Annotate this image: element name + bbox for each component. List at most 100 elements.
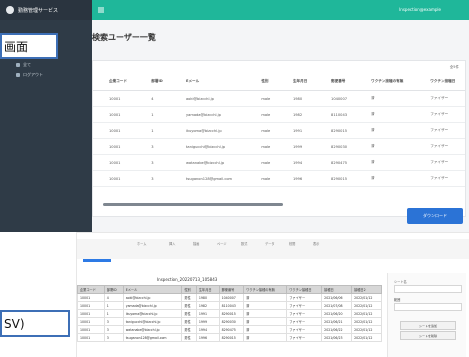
grid-cell[interactable]: 10001 — [77, 333, 105, 342]
user-menu[interactable]: Inspection@example — [399, 7, 441, 12]
grid-header-cell[interactable]: ワクチン接種日 — [286, 285, 323, 294]
table-cell: 10001 — [93, 122, 136, 139]
grid-cell[interactable]: ikuyoma@bizcchl.jp — [122, 309, 183, 318]
grid-header-cell[interactable]: 部署ID — [103, 285, 124, 294]
grid-cell[interactable]: ファイザー — [286, 333, 323, 342]
grid-cell[interactable]: aoki@bizcchl.jp — [122, 293, 183, 302]
grid-cell[interactable]: yamada@bizcchl.jp — [122, 301, 183, 310]
grid-header-cell[interactable]: 接種日2 — [351, 285, 382, 294]
grid-cell[interactable]: 1 — [103, 301, 124, 310]
sidebar-item-logout[interactable]: ログアウト — [0, 70, 92, 80]
table-cell: 1 — [135, 106, 170, 123]
grid-cell[interactable]: 1040007 — [218, 293, 245, 302]
grid-cell[interactable]: 8110043 — [218, 301, 245, 310]
table-row: 10001 3 watanabe@bizcchl.jp male 1994 8290475… — [93, 154, 465, 171]
grid-cell[interactable]: 2022/01/12 — [351, 325, 382, 334]
grid-cell[interactable]: 済 — [243, 333, 288, 342]
grid-cell[interactable]: 2021/06/21 — [321, 317, 353, 326]
grid-header-cell[interactable]: 性別 — [181, 285, 197, 294]
hamburger-icon[interactable] — [98, 7, 104, 13]
grid-cell[interactable]: 済 — [243, 301, 288, 310]
table-cell: 済 — [355, 90, 415, 107]
grid-cell[interactable]: 済 — [243, 317, 288, 326]
grid-cell[interactable]: 10001 — [77, 301, 105, 310]
download-button[interactable]: ダウンロード — [407, 208, 463, 224]
table-cell: 1040007 — [315, 90, 356, 107]
grid-cell[interactable]: 2021/06/20 — [321, 309, 353, 318]
sidebar-item-all[interactable]: 全て — [0, 60, 92, 70]
grid-cell[interactable]: 8290030 — [218, 317, 245, 326]
grid-cell[interactable]: 3 — [103, 333, 124, 342]
grid-cell[interactable]: 済 — [243, 309, 288, 318]
column-header: 生年月日 — [276, 73, 316, 91]
grid-cell[interactable]: ファイザー — [286, 293, 323, 302]
grid-cell[interactable]: 8290475 — [218, 325, 245, 334]
grid-cell[interactable]: 2022/01/12 — [351, 301, 382, 310]
grid-cell[interactable]: 10001 — [77, 325, 105, 334]
grid-cell[interactable]: 2022/01/12 — [351, 309, 382, 318]
grid-cell[interactable]: 男性 — [181, 309, 197, 318]
grid-cell[interactable]: 2021/07/08 — [321, 301, 353, 310]
grid-cell[interactable]: tanigucchi@bizcchl.jp — [122, 317, 183, 326]
ribbon-tab[interactable]: ホーム — [137, 241, 146, 246]
delete-sheet-button[interactable]: シートを削除 — [400, 331, 456, 340]
grid-cell[interactable]: 2021/06/23 — [321, 333, 353, 342]
grid-cell[interactable]: 1996 — [195, 333, 220, 342]
grid-cell[interactable]: 1991 — [195, 309, 220, 318]
grid-header-cell[interactable]: 生年月日 — [195, 285, 220, 294]
horizontal-scrollbar[interactable] — [103, 203, 283, 206]
grid-cell[interactable]: ファイザー — [286, 317, 323, 326]
grid-header-cell[interactable]: ワクチン接種の有無 — [243, 285, 288, 294]
active-tab-indicator — [83, 259, 111, 262]
grid-cell[interactable]: 男性 — [181, 325, 197, 334]
add-sheet-button[interactable]: シートを追加 — [400, 321, 456, 330]
grid-cell[interactable]: 男性 — [181, 333, 197, 342]
table-cell: 済 — [355, 154, 415, 171]
grid-cell[interactable]: 済 — [243, 325, 288, 334]
web-app-screenshot: 勤務管理サービス 全て ログアウト Inspection@example 検索ユ… — [0, 0, 469, 232]
table-cell: watanabe@bizcchl.jp — [169, 154, 246, 171]
grid-cell[interactable]: 2021/06/06 — [321, 293, 353, 302]
grid-cell[interactable]: 2022/01/12 — [351, 317, 382, 326]
table-cell: 済 — [355, 122, 415, 139]
grid-cell[interactable]: 1980 — [195, 293, 220, 302]
grid-cell[interactable]: 3 — [103, 325, 124, 334]
grid-cell[interactable]: 10001 — [77, 317, 105, 326]
ribbon-tab[interactable]: 数式 — [241, 241, 247, 246]
grid-cell[interactable]: ファイザー — [286, 325, 323, 334]
grid-cell[interactable]: 4 — [103, 293, 124, 302]
ribbon-tab[interactable]: 挿入 — [169, 241, 175, 246]
sheet-name-input[interactable] — [394, 285, 462, 293]
grid-header-cell[interactable]: 郵便番号 — [218, 285, 245, 294]
grid-cell[interactable]: 男性 — [181, 317, 197, 326]
grid-cell[interactable]: ファイザー — [286, 309, 323, 318]
ribbon-tab[interactable]: 描画 — [193, 241, 199, 246]
grid-cell[interactable]: ファイザー — [286, 301, 323, 310]
grid-cell[interactable]: 8290015 — [218, 309, 245, 318]
column-header: Eメール — [169, 73, 246, 91]
grid-cell[interactable]: 2022/01/12 — [351, 333, 382, 342]
range-input[interactable] — [394, 303, 462, 311]
grid-cell[interactable]: 10001 — [77, 309, 105, 318]
grid-cell[interactable]: 2022/01/12 — [351, 293, 382, 302]
ribbon-tab[interactable]: 校閲 — [289, 241, 295, 246]
grid-cell[interactable]: 10001 — [77, 293, 105, 302]
grid-cell[interactable]: 男性 — [181, 301, 197, 310]
ribbon-tab[interactable]: 表示 — [313, 241, 319, 246]
grid-cell[interactable]: 1999 — [195, 317, 220, 326]
grid-cell[interactable]: tsuganon128@gmail.com — [122, 333, 183, 342]
grid-cell[interactable]: 1982 — [195, 301, 220, 310]
ribbon-tab[interactable]: ページ — [217, 241, 227, 246]
grid-header-cell[interactable]: Eメール — [122, 285, 183, 294]
grid-cell[interactable]: 済 — [243, 293, 288, 302]
ribbon-tab[interactable]: データ — [265, 241, 275, 246]
grid-cell[interactable]: 3 — [103, 317, 124, 326]
grid-header-cell[interactable]: 接種日 — [321, 285, 353, 294]
grid-cell[interactable]: 男性 — [181, 293, 197, 302]
grid-header-cell[interactable]: 企業コード — [77, 285, 105, 294]
grid-cell[interactable]: 8290015 — [218, 333, 245, 342]
grid-cell[interactable]: 1994 — [195, 325, 220, 334]
grid-cell[interactable]: 2021/06/22 — [321, 325, 353, 334]
grid-cell[interactable]: watanabe@bizcchl.jp — [122, 325, 183, 334]
grid-cell[interactable]: 1 — [103, 309, 124, 318]
